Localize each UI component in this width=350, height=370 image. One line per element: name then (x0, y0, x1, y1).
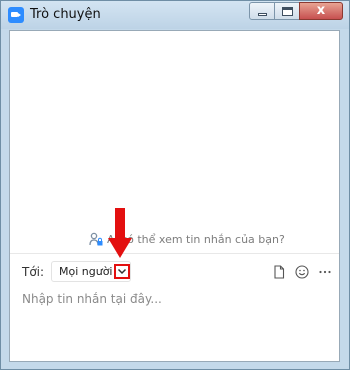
compose-divider (10, 253, 339, 254)
to-label: Tới: (22, 265, 45, 279)
file-icon[interactable] (272, 265, 286, 279)
zoom-app-icon (8, 7, 24, 23)
window-title: Trò chuyện (30, 7, 101, 22)
minimize-button[interactable] (249, 2, 275, 20)
person-lock-icon (89, 232, 103, 246)
more-icon[interactable] (318, 265, 332, 279)
chat-window: Trò chuyện x Ai có thể xem tin nhắn của … (0, 0, 350, 370)
emoji-icon[interactable] (295, 265, 309, 279)
chat-panel: Ai có thể xem tin nhắn của bạn? Tới: Mọi… (9, 30, 340, 362)
close-icon: x (316, 3, 326, 18)
compose-tools (272, 265, 332, 279)
title-bar[interactable]: Trò chuyện x (1, 1, 349, 29)
maximize-button[interactable] (274, 2, 300, 20)
message-input[interactable] (22, 289, 327, 309)
recipient-dropdown-button[interactable] (114, 264, 130, 279)
red-arrow-annotation (108, 208, 132, 258)
minimize-icon (258, 13, 267, 16)
maximize-icon (282, 7, 293, 16)
window-controls: x (249, 2, 343, 20)
recipient-label: Mọi người (59, 265, 113, 278)
chevron-down-icon (117, 268, 127, 275)
privacy-notice-text: Ai có thể xem tin nhắn của bạn? (107, 232, 285, 246)
close-button[interactable]: x (299, 2, 343, 20)
